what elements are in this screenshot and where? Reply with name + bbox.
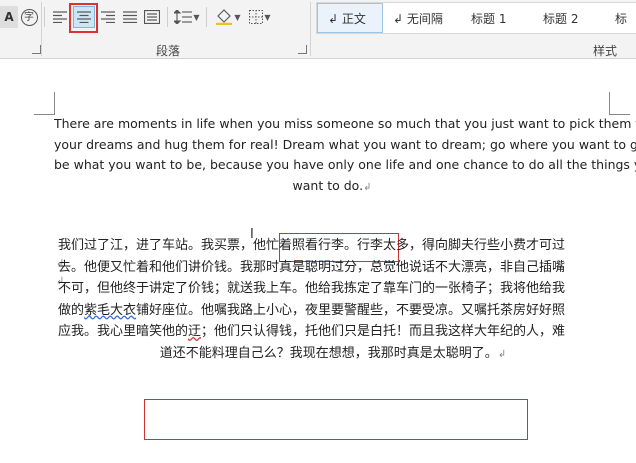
margin-corner-mark bbox=[34, 92, 55, 115]
separator bbox=[206, 7, 207, 27]
text-line: your dreams and hug them for real! Dream… bbox=[54, 136, 636, 152]
text-line: want to do.↲ bbox=[54, 176, 610, 199]
align-left-button[interactable] bbox=[49, 6, 71, 28]
text-line: 我们过了江，进了车站。我买票，他忙着照看行李。行李太多，得向脚夫行些小费才可过 bbox=[58, 238, 566, 253]
chevron-down-icon: ▼ bbox=[193, 12, 200, 22]
style-normal[interactable]: ↲ 正文 bbox=[317, 3, 383, 33]
justify-icon bbox=[123, 11, 137, 23]
paragraph-mark-icon: ↲ bbox=[497, 348, 507, 360]
text-line: There are moments in life when you miss … bbox=[54, 116, 636, 131]
text-line-end: want to do. bbox=[292, 177, 364, 193]
separator bbox=[44, 7, 45, 27]
text-fragment: 铺好座位。他嘱我路上小心，夜里要警醒些，不要受凉。又嘱托茶房好好照 bbox=[136, 302, 566, 318]
text-line-end: 道还不能料理自己么？我现在想想，我那时真是太聪明了。 bbox=[159, 345, 498, 361]
line-spacing-icon bbox=[174, 10, 193, 24]
text-line: 应我。我心里暗笑他的迂；他们只认得钱，托他们只是白托！而且我这样大年纪的人，难 bbox=[58, 321, 608, 343]
justify-button[interactable] bbox=[119, 6, 141, 28]
paragraph-mark-icon: ↲ bbox=[363, 181, 372, 193]
align-right-icon bbox=[101, 11, 115, 23]
text-line: be what you want to be, because you have… bbox=[54, 157, 636, 172]
text-line: 道还不能料理自己么？我现在想想，我那时真是太聪明了。↲ bbox=[58, 343, 608, 366]
borders-button[interactable]: ▼ bbox=[245, 6, 275, 28]
ribbon: A 字 ▼ ▼ ▼ 段落 ↲ 正文 ↲ 无间隔 标题 1 标题 2 标 样式 bbox=[0, 0, 636, 59]
text-line: 不可，但他终于讲定了价钱；就送我上车。他给我拣定了靠车门的一张椅子；我将他给我 bbox=[58, 281, 566, 296]
align-right-button[interactable] bbox=[97, 6, 119, 28]
font-shading-button[interactable]: A bbox=[0, 6, 18, 28]
chevron-down-icon: ▼ bbox=[264, 12, 271, 22]
distributed-button[interactable] bbox=[141, 6, 163, 28]
font-shading-label: A bbox=[4, 10, 14, 24]
style-no-spacing[interactable]: ↲ 无间隔 bbox=[383, 3, 461, 33]
text-line: 做的紫毛大衣铺好座位。他嘱我路上小心，夜里要警醒些，不要受凉。又嘱托茶房好好照 bbox=[58, 300, 608, 322]
text-line: 去。他便又忙着和他们讲价钱。我那时真是聪明过分，总觉他说话不大漂亮，非自己插嘴 bbox=[58, 259, 566, 275]
style-title[interactable]: 标 bbox=[605, 3, 636, 33]
styles-group-label: 样式 bbox=[593, 44, 618, 58]
chevron-down-icon: ▼ bbox=[234, 12, 241, 22]
distributed-icon bbox=[144, 10, 160, 24]
font-dialog-launcher-icon[interactable] bbox=[32, 45, 41, 54]
enclose-character-button[interactable]: 字 bbox=[18, 6, 40, 28]
shading-button[interactable]: ▼ bbox=[211, 6, 245, 28]
paragraph-group-label: 段落 bbox=[156, 44, 181, 58]
highlight-box-chinese bbox=[144, 399, 528, 440]
separator bbox=[167, 7, 168, 27]
chinese-paragraph[interactable]: 我们过了江，进了车站。我买票，他忙着照看行李。行李太多，得向脚夫行些小费才可过 … bbox=[58, 235, 608, 365]
text-fragment: 做的 bbox=[58, 302, 85, 318]
enclose-character-icon: 字 bbox=[20, 8, 38, 26]
margin-corner-mark bbox=[609, 92, 630, 115]
english-paragraph[interactable]: There are moments in life when you miss … bbox=[54, 114, 636, 199]
paragraph-dialog-launcher-icon[interactable] bbox=[298, 45, 307, 54]
styles-gallery: ↲ 正文 ↲ 无间隔 标题 1 标题 2 标 bbox=[316, 2, 636, 34]
group-separator bbox=[41, 2, 42, 56]
text-fragment: ；他们只认得钱，托他们只是白托！而且我这样大年纪的人，难 bbox=[201, 324, 566, 339]
borders-icon bbox=[249, 10, 264, 24]
line-spacing-button[interactable]: ▼ bbox=[172, 6, 202, 28]
style-heading-2[interactable]: 标题 2 bbox=[533, 3, 605, 33]
text-fragment: 应我。我心里暗笑他的 bbox=[58, 324, 189, 339]
style-heading-1[interactable]: 标题 1 bbox=[461, 3, 533, 33]
paint-bucket-icon bbox=[216, 9, 233, 25]
align-left-icon bbox=[53, 11, 67, 23]
group-separator bbox=[310, 2, 311, 56]
spellcheck-underlined-text: 紫毛大衣 bbox=[84, 302, 137, 318]
spellcheck-underlined-text: 迂 bbox=[188, 324, 202, 339]
highlight-box bbox=[69, 3, 98, 33]
